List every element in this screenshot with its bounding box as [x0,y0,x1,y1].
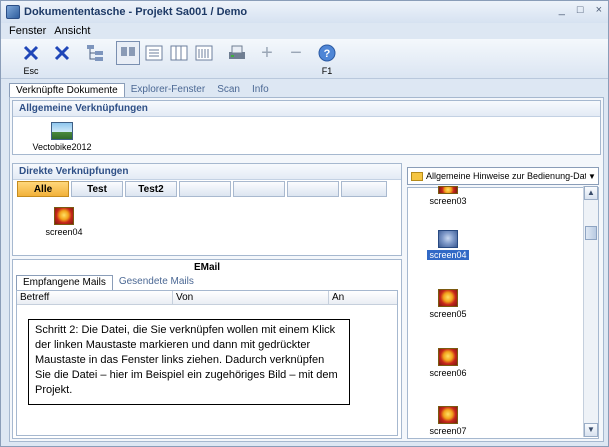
folder-icon [411,171,423,181]
esc-close-button[interactable] [19,41,43,65]
file-name: screen06 [429,368,467,378]
x-icon [54,45,70,61]
filter-empty-button[interactable] [233,181,285,197]
file-item[interactable]: screen03 [413,186,483,206]
filter-empty-button[interactable] [179,181,231,197]
file-name: screen07 [429,426,467,436]
folder-dropdown[interactable]: Allgemeine Hinweise zur Bedienung-Dateie… [407,167,599,185]
file-name: screen05 [429,309,467,319]
instruction-callout: Schritt 2: Die Datei, die Sie verknüpfen… [28,319,350,405]
tree-view-button[interactable] [83,41,107,65]
view-columns-button[interactable] [167,41,191,65]
file-name: screen04 [45,227,83,237]
direct-links-title: Direkte Verknüpfungen [13,164,401,180]
file-item[interactable]: screen04 [29,207,99,237]
tab-verknuepfte-dokumente[interactable]: Verknüpfte Dokumente [9,83,125,97]
mail-list-header: Betreff Von An [17,291,397,305]
remove-link-button[interactable] [50,41,74,65]
tab-scan[interactable]: Scan [211,83,246,97]
main-tabs: Verknüpfte Dokumente Explorer-Fenster Sc… [9,83,275,97]
scanner-icon [229,45,245,59]
explorer-file-list: screen03 screen04 screen05 screen06 scre… [407,186,599,439]
close-button[interactable]: × [596,4,602,16]
image-file-icon [51,122,73,140]
general-links-panel: Allgemeine Verknüpfungen Vectobike2012 [12,100,601,155]
direct-links-panel: Direkte Verknüpfungen Alle Test Test2 sc… [12,163,402,256]
tab-info[interactable]: Info [246,83,275,97]
tab-explorer[interactable]: Explorer-Fenster [125,83,211,97]
filter-buttons: Alle Test Test2 [17,181,387,197]
tab-sent-mails[interactable]: Gesendete Mails [113,275,200,290]
menu-bar: Fenster Ansicht [1,23,608,39]
filter-test2-button[interactable]: Test2 [125,181,177,197]
minus-button[interactable]: − [284,41,308,65]
minimize-button[interactable]: _ [559,4,565,16]
columns-icon [170,45,188,61]
add-button[interactable]: + [255,41,279,65]
chevron-down-icon: ▼ [588,171,596,181]
explorer-scrollbar[interactable]: ▲ ▼ [583,186,598,437]
list-icon [145,45,163,61]
image-file-icon [54,207,74,225]
file-item[interactable]: screen05 [413,289,483,319]
column-betreff[interactable]: Betreff [17,291,173,304]
scroll-thumb[interactable] [585,226,597,240]
large-icons-icon [121,47,135,56]
filter-empty-button[interactable] [287,181,339,197]
app-icon [6,5,20,19]
file-name: screen04 [427,250,469,260]
image-file-icon [438,348,458,366]
file-name: Vectobike2012 [32,142,92,152]
maximize-button[interactable]: □ [577,4,584,16]
help-button[interactable]: ? [315,41,339,65]
scroll-up-icon[interactable]: ▲ [584,186,598,200]
image-file-icon [438,230,458,248]
view-details-button[interactable] [192,41,216,65]
toolbar: Esc + − ? F1 [1,39,608,79]
folder-name: Allgemeine Hinweise zur Bedienung-Dateie… [426,171,586,181]
image-file-icon [438,289,458,307]
menu-ansicht[interactable]: Ansicht [54,25,90,37]
email-title: EMail [193,262,221,273]
file-item[interactable]: Vectobike2012 [27,122,97,152]
column-von[interactable]: Von [173,291,329,304]
svg-text:?: ? [324,48,331,60]
scroll-down-icon[interactable]: ▼ [584,423,598,437]
image-file-icon [438,186,458,194]
window-title: Dokumententasche - Projekt Sa001 / Demo [24,6,248,18]
title-bar: Dokumententasche - Projekt Sa001 / Demo … [1,1,608,23]
details-icon [195,45,213,61]
filter-alle-button[interactable]: Alle [17,181,69,197]
filter-test-button[interactable]: Test [71,181,123,197]
help-icon: ? [318,44,336,62]
file-item-selected[interactable]: screen04 [413,230,483,260]
view-large-icons-button[interactable] [116,41,140,65]
app-window: Dokumententasche - Projekt Sa001 / Demo … [0,0,609,447]
image-file-icon [438,406,458,424]
filter-empty-button[interactable] [341,181,387,197]
column-an[interactable]: An [329,291,397,304]
esc-label: Esc [23,66,39,76]
view-list-button[interactable] [142,41,166,65]
x-icon [23,45,39,61]
file-item[interactable]: screen07 [413,406,483,436]
general-links-title: Allgemeine Verknüpfungen [13,101,600,117]
scanner-button[interactable] [225,41,249,65]
file-name: screen03 [429,196,467,206]
f1-label: F1 [321,66,333,76]
file-item[interactable]: screen06 [413,348,483,378]
tree-icon [87,45,103,61]
email-tabs: Empfangene Mails Gesendete Mails [16,275,200,290]
tab-received-mails[interactable]: Empfangene Mails [16,275,113,290]
menu-fenster[interactable]: Fenster [9,25,46,37]
